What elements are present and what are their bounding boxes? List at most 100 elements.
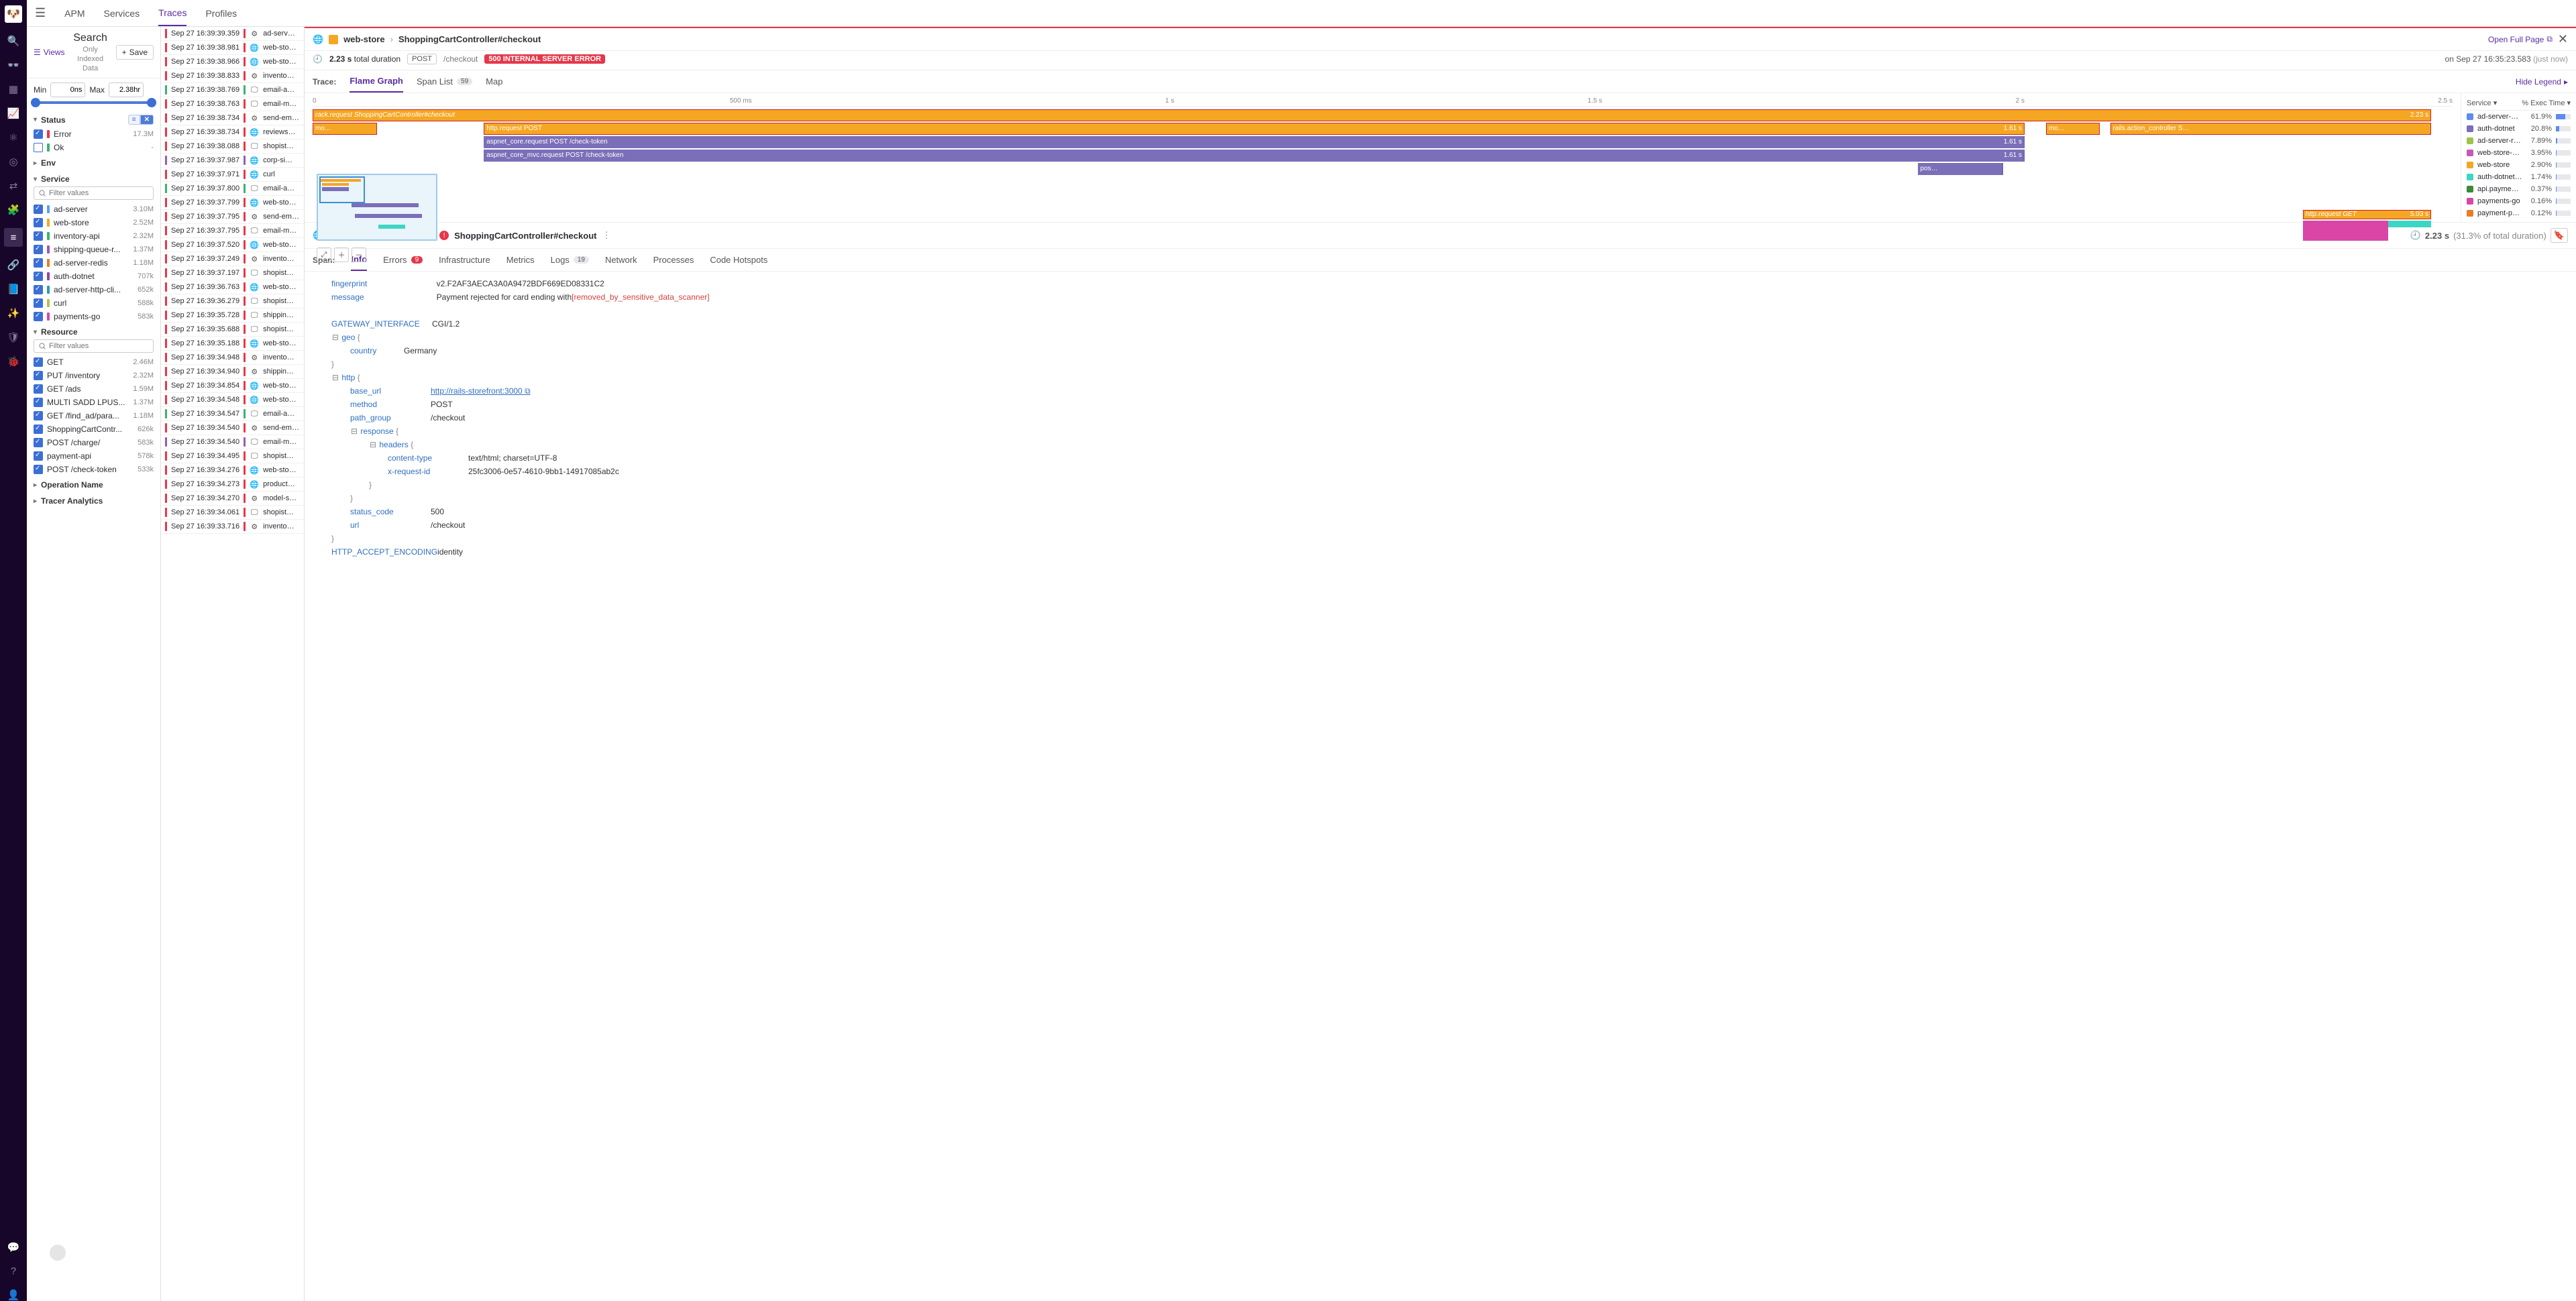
bookmark-icon[interactable]: 🔖 [2551,228,2568,243]
open-full-page[interactable]: Open Full Page ⧉ [2488,34,2553,44]
trace-row[interactable]: Sep 27 16:39:38.734⚙send-em… [161,111,304,125]
facet-item[interactable]: Error17.3M [34,127,154,141]
trace-row[interactable]: Sep 27 16:39:38.088🖵shopist… [161,139,304,154]
trace-row[interactable]: Sep 27 16:39:38.966🌐web-sto… [161,55,304,69]
max-input[interactable] [109,82,144,97]
facet-item[interactable]: POST /check-token533k [34,463,154,476]
flame-span[interactable]: http.request POST1.61 s [484,123,2025,135]
tab-traces[interactable]: Traces [158,1,186,26]
trace-row[interactable]: Sep 27 16:39:38.769🖵email-a… [161,83,304,97]
facet-item[interactable]: POST /charge/583k [34,436,154,449]
tab-network[interactable]: Network [605,249,637,270]
trace-row[interactable]: Sep 27 16:39:33.716⚙invento… [161,520,304,534]
views-button[interactable]: ☰ Views [34,48,65,57]
legend-item[interactable]: payment-po...0.12% [2467,207,2571,219]
trace-row[interactable]: Sep 27 16:39:35.688🖵shopist… [161,323,304,337]
trace-row[interactable]: Sep 27 16:39:34.548🌐web-sto… [161,393,304,407]
facet-status[interactable]: ▾Status≡✕ [34,111,154,127]
trace-row[interactable]: Sep 27 16:39:36.763🌐web-sto… [161,280,304,294]
facet-item[interactable]: curl588k [34,296,154,310]
trace-row[interactable]: Sep 27 16:39:37.795🖵email-m… [161,224,304,238]
nav-spark-icon[interactable]: ✨ [7,307,20,319]
trace-row[interactable]: Sep 27 16:39:35.188🌐web-sto… [161,337,304,351]
trace-row[interactable]: Sep 27 16:39:37.971🌐curl [161,168,304,182]
tab-infrastructure[interactable]: Infrastructure [439,249,490,270]
detail-service[interactable]: web-store [343,34,384,44]
tab-map[interactable]: Map [486,71,502,92]
legend-item[interactable]: web-store-m...3.95% [2467,147,2571,159]
nav-search-icon[interactable]: 🔍 [7,35,20,47]
hide-legend[interactable]: Hide Legend ▸ [2516,77,2568,87]
trace-row[interactable]: Sep 27 16:39:37.987🌐corp-si… [161,154,304,168]
facet-item[interactable]: GET /ads1.59M [34,382,154,396]
trace-row[interactable]: Sep 27 16:39:34.276🌐web-sto… [161,463,304,477]
legend-item[interactable]: ad-server-re...7.89% [2467,135,2571,147]
flame-span[interactable]: pos… [1918,163,2004,175]
flame-span[interactable]: rack.request ShoppingCartController#chec… [313,109,2431,121]
facet-tracer-analytics[interactable]: ▸Tracer Analytics [34,492,154,508]
nav-dashboard-icon[interactable]: ▦ [9,83,18,95]
base-url-link[interactable]: http://rails-storefront:3000 ⧉ [431,384,531,398]
nav-binoculars-icon[interactable]: 👓 [7,59,20,71]
facet-operation-name[interactable]: ▸Operation Name [34,476,154,492]
trace-row[interactable]: Sep 27 16:39:37.520🌐web-sto… [161,238,304,252]
facet-item[interactable]: shipping-queue-r...1.37M [34,243,154,256]
nav-chat-icon[interactable]: 💬 [7,1241,20,1253]
flame-span[interactable]: mo… [2046,123,2100,135]
facet-item[interactable]: payments-go583k [34,310,154,323]
legend-item[interactable]: api.payment...0.37% [2467,183,2571,195]
tab-services[interactable]: Services [103,1,140,25]
legend-item[interactable]: ad-server-ht...61.9% [2467,111,2571,123]
legend-item[interactable]: payments-go0.16% [2467,195,2571,207]
tab-apm[interactable]: APM [64,1,85,25]
tab-span-list[interactable]: Span List59 [417,71,472,92]
trace-row[interactable]: Sep 27 16:39:34.854🌐web-sto… [161,379,304,393]
facet-filter-input[interactable] [34,186,154,200]
facet-item[interactable]: inventory-api2.32M [34,229,154,243]
trace-row[interactable]: Sep 27 16:39:39.359⚙ad-serv… [161,27,304,41]
nav-puzzle-icon[interactable]: 🧩 [7,204,20,216]
nav-user-icon[interactable]: 👤 [7,1289,20,1301]
nav-book-icon[interactable]: 📘 [7,283,20,295]
trace-row[interactable]: Sep 27 16:39:37.800🖵email-a… [161,182,304,196]
trace-row[interactable]: Sep 27 16:39:36.279🖵shopist… [161,294,304,308]
facet-item[interactable]: auth-dotnet707k [34,270,154,283]
hamburger-icon[interactable]: ☰ [35,6,46,20]
flame-span[interactable]: aspnet_core.request POST /check-token1.6… [484,136,2025,148]
detail-op[interactable]: ShoppingCartController#checkout [398,34,541,44]
tab-profiles[interactable]: Profiles [205,1,237,25]
legend-service-head[interactable]: Service ▾ [2467,99,2497,107]
facet-item[interactable]: web-store2.52M [34,216,154,229]
trace-row[interactable]: Sep 27 16:39:37.795⚙send-em… [161,210,304,224]
facet-item[interactable]: payment-api578k [34,449,154,463]
nav-nodes-icon[interactable]: ⚛ [9,131,17,144]
tab-code-hotspots[interactable]: Code Hotspots [710,249,767,270]
trace-row[interactable]: Sep 27 16:39:34.547🖵email-a… [161,407,304,421]
flame-span[interactable]: rails.action_controller S… [2110,123,2432,135]
tab-errors[interactable]: Errors9 [383,249,423,270]
logo[interactable]: 🐶 [5,5,22,23]
trace-row[interactable]: Sep 27 16:39:34.540🖵email-m… [161,435,304,449]
trace-row[interactable]: Sep 27 16:39:34.273🌐product… [161,477,304,492]
facet-item[interactable]: ShoppingCartContr...626k [34,422,154,436]
min-input[interactable] [50,82,85,97]
tab-flame-graph[interactable]: Flame Graph [350,70,402,93]
trace-row[interactable]: Sep 27 16:39:37.799🌐web-sto… [161,196,304,210]
trace-row[interactable]: Sep 27 16:39:38.734🌐reviews… [161,125,304,139]
legend-pct-head[interactable]: % Exec Time ▾ [2522,99,2571,107]
trace-row[interactable]: Sep 27 16:39:34.540⚙send-em… [161,421,304,435]
flame-span[interactable]: mo… [313,123,377,135]
tab-processes[interactable]: Processes [653,249,694,270]
facet-item[interactable]: ad-server3.10M [34,203,154,216]
facet-item[interactable]: GET /find_ad/para...1.18M [34,409,154,422]
facet-item[interactable]: ad-server-redis1.18M [34,256,154,270]
facet-item[interactable]: PUT /inventory2.32M [34,369,154,382]
nav-target-icon[interactable]: ◎ [9,156,17,168]
nav-list-icon[interactable]: ≡ [4,228,23,247]
trace-row[interactable]: Sep 27 16:39:34.061🖵shopist… [161,506,304,520]
trace-row[interactable]: Sep 27 16:39:38.981🌐web-sto… [161,41,304,55]
nav-flow-icon[interactable]: ⇄ [9,180,18,192]
trace-row[interactable]: Sep 27 16:39:34.270⚙model-s… [161,492,304,506]
trace-row[interactable]: Sep 27 16:39:35.728🖵shippin… [161,308,304,323]
save-button[interactable]: + Save [116,45,154,60]
